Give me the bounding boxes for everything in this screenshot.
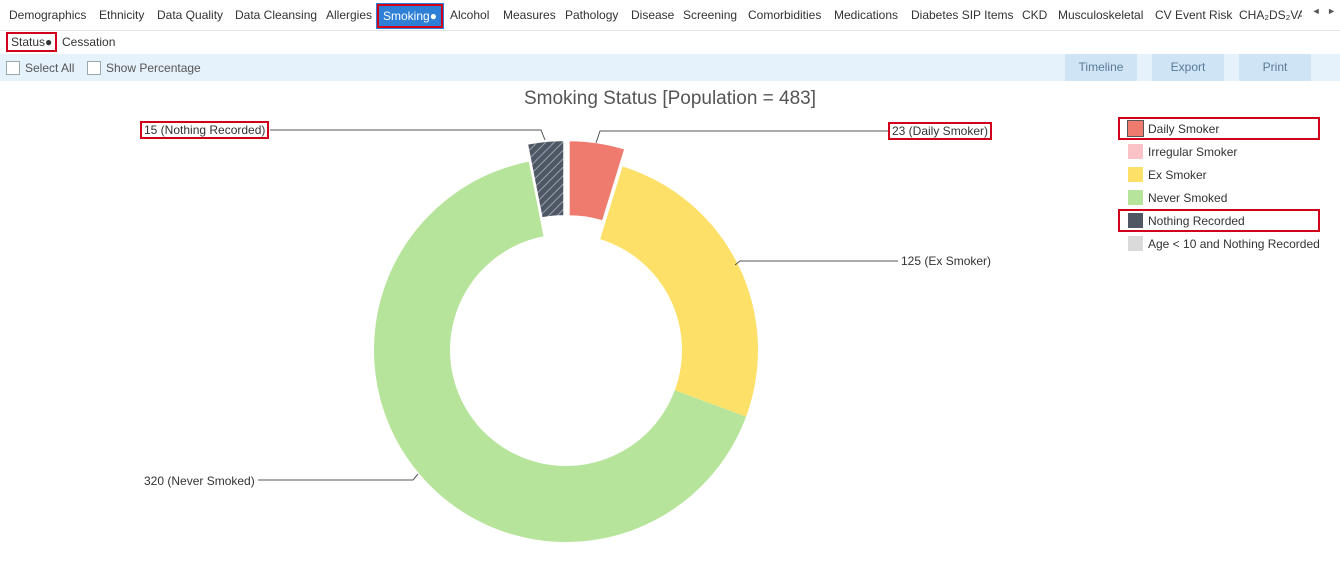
legend-label: Age < 10 and Nothing Recorded <box>1148 236 1320 251</box>
data-label-never-smoked: 320 (Never Smoked) <box>144 474 255 488</box>
legend-label: Daily Smoker <box>1148 121 1220 136</box>
legend-label: Irregular Smoker <box>1148 144 1238 159</box>
data-label-nothing-recorded: 15 (Nothing Recorded) <box>140 121 270 139</box>
legend-swatch <box>1128 190 1143 205</box>
legend-label: Never Smoked <box>1148 190 1228 205</box>
legend-item-age-under-10[interactable]: Age < 10 and Nothing Recorded <box>1120 232 1320 255</box>
legend-item-daily-smoker[interactable]: Daily Smoker <box>1118 117 1320 140</box>
legend-label: Nothing Recorded <box>1148 213 1245 228</box>
legend-swatch <box>1128 236 1143 251</box>
legend-swatch <box>1127 120 1144 137</box>
leader-line-daily-smoker <box>595 130 888 144</box>
leader-line-ex-smoker <box>734 260 898 266</box>
leader-line-nothing-recorded <box>270 129 546 141</box>
slice-ex-smoker[interactable] <box>600 166 758 417</box>
legend-swatch <box>1128 144 1143 159</box>
legend-item-nothing-recorded[interactable]: Nothing Recorded <box>1118 209 1320 232</box>
legend-swatch <box>1128 167 1143 182</box>
chart-legend: Daily Smoker Irregular Smoker Ex Smoker … <box>1118 117 1320 255</box>
data-label-ex-smoker: 125 (Ex Smoker) <box>901 254 992 268</box>
legend-item-never-smoked[interactable]: Never Smoked <box>1120 186 1320 209</box>
legend-item-irregular-smoker[interactable]: Irregular Smoker <box>1120 140 1320 163</box>
legend-item-ex-smoker[interactable]: Ex Smoker <box>1120 163 1320 186</box>
legend-swatch <box>1128 213 1143 228</box>
data-label-daily-smoker: 23 (Daily Smoker) <box>888 122 993 140</box>
legend-label: Ex Smoker <box>1148 167 1207 182</box>
donut-chart <box>258 129 898 543</box>
leader-line-never-smoked <box>258 473 419 481</box>
